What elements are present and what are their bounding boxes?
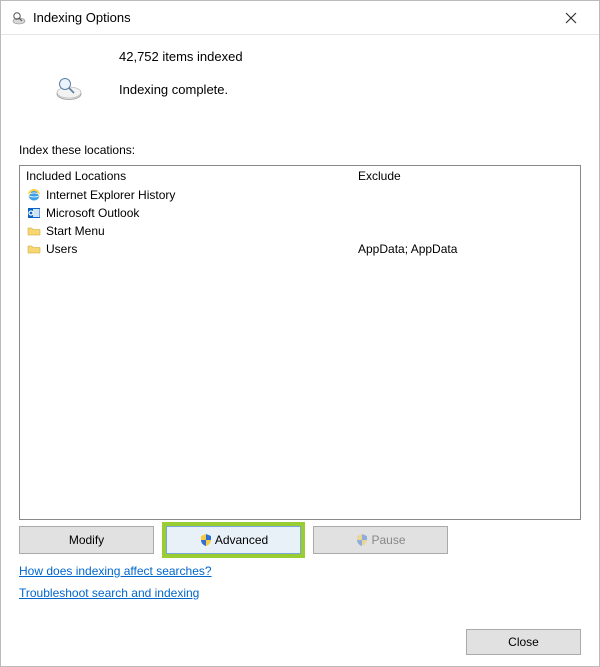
list-item-exclude: AppData; AppData	[356, 242, 580, 256]
pause-button-label: Pause	[371, 533, 405, 547]
list-item[interactable]: Internet Explorer History	[20, 186, 580, 204]
how-indexing-affects-link[interactable]: How does indexing affect searches?	[19, 564, 212, 578]
close-window-button[interactable]	[551, 1, 591, 34]
magnifier-drive-large-icon	[53, 74, 85, 105]
help-links: How does indexing affect searches? Troub…	[19, 564, 581, 608]
column-header-included[interactable]: Included Locations	[20, 169, 356, 183]
indexing-options-window: Indexing Options 42,752 items indexed	[0, 0, 600, 667]
list-body: Internet Explorer History Mic	[20, 186, 580, 519]
status-row: Indexing complete.	[19, 74, 581, 105]
content-area: 42,752 items indexed Indexing complete. …	[1, 35, 599, 618]
index-locations-label: Index these locations:	[19, 143, 581, 157]
titlebar: Indexing Options	[1, 1, 599, 35]
list-item-label: Start Menu	[46, 224, 356, 238]
troubleshoot-link[interactable]: Troubleshoot search and indexing	[19, 586, 199, 600]
list-item-label: Users	[46, 242, 356, 256]
list-item[interactable]: Users AppData; AppData	[20, 240, 580, 258]
list-item[interactable]: Microsoft Outlook	[20, 204, 580, 222]
advanced-button-label: Advanced	[215, 533, 268, 547]
locations-list[interactable]: Included Locations Exclude Internet Ex	[19, 165, 581, 520]
pause-button: Pause	[313, 526, 448, 554]
advanced-button[interactable]: Advanced	[166, 526, 301, 554]
close-button-label: Close	[508, 635, 539, 649]
column-header-exclude[interactable]: Exclude	[356, 169, 580, 183]
list-header: Included Locations Exclude	[20, 166, 580, 186]
list-item-label: Internet Explorer History	[46, 188, 356, 202]
items-indexed-count: 42,752 items indexed	[119, 49, 581, 64]
modify-button-label: Modify	[69, 533, 104, 547]
magnifier-drive-icon	[11, 10, 27, 26]
ie-icon	[26, 187, 42, 203]
uac-shield-icon	[199, 533, 213, 547]
outlook-icon	[26, 205, 42, 221]
footer: Close	[1, 618, 599, 666]
modify-button[interactable]: Modify	[19, 526, 154, 554]
indexing-status-text: Indexing complete.	[119, 82, 228, 97]
button-row: Modify Advanced	[19, 526, 581, 554]
folder-icon	[26, 241, 42, 257]
close-icon	[565, 12, 577, 24]
folder-icon	[26, 223, 42, 239]
list-item[interactable]: Start Menu	[20, 222, 580, 240]
close-button[interactable]: Close	[466, 629, 581, 655]
window-title: Indexing Options	[33, 10, 551, 25]
uac-shield-disabled-icon	[355, 533, 369, 547]
list-item-label: Microsoft Outlook	[46, 206, 356, 220]
